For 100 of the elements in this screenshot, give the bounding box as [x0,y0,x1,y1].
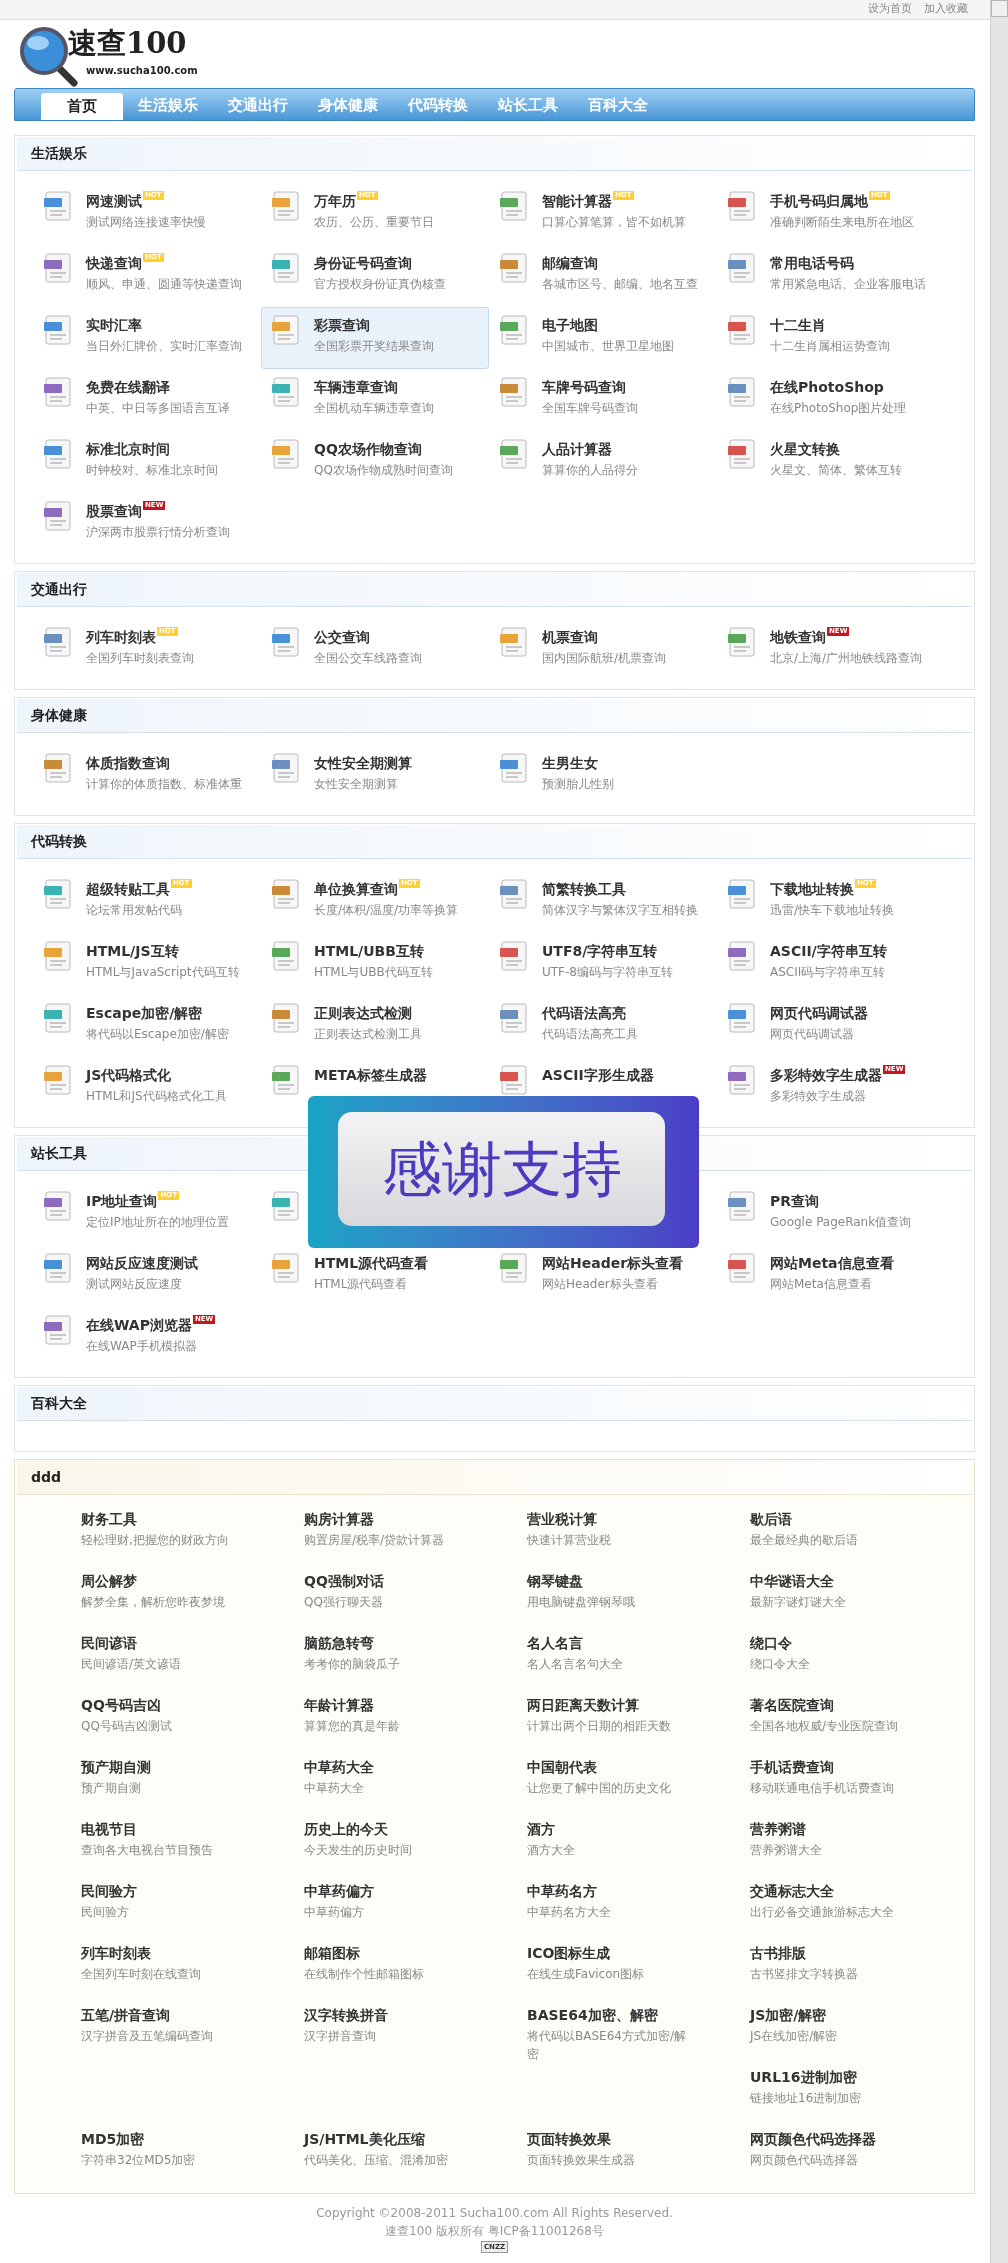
tool-link[interactable]: Escape加密/解密 [86,1003,203,1023]
tool-link[interactable]: JS/HTML美化压缩 [304,2129,527,2149]
tool-item[interactable]: 标准北京时间 时钟校对、标准北京时间 [33,431,261,493]
tool-link[interactable]: 车牌号码查询 [542,377,626,397]
tool-link[interactable]: 网页代码调试器 [770,1003,868,1023]
tool-link[interactable]: 网速测试 [86,191,142,211]
tool-link[interactable]: 下载地址转换 [770,879,854,899]
tool-link[interactable]: MD5加密 [81,2129,304,2149]
tool-item[interactable]: 火星文转换 火星文、简体、繁体互转 [717,431,945,493]
tool-link[interactable]: 单位换算查询 [314,879,398,899]
tool-link[interactable]: ASCII字形生成器 [542,1065,654,1085]
tool-link[interactable]: 营业税计算 [527,1509,750,1529]
tool-item[interactable]: 电子地图 中国城市、世界卫星地图 [489,307,717,369]
tool-link[interactable]: HTML源代码查看 [314,1253,429,1273]
tool-link[interactable]: 在线WAP浏览器 [86,1315,192,1335]
scrollbar[interactable] [990,0,1008,2263]
tool-link[interactable]: 名人名言 [527,1633,750,1653]
tool-item[interactable]: 邮编查询 各城市区号、邮编、地名互查 [489,245,717,307]
tool-link[interactable]: 页面转换效果 [527,2129,750,2149]
tool-link[interactable]: 快递查询 [86,253,142,273]
tool-link[interactable]: 正则表达式检测 [314,1003,412,1023]
tool-item[interactable]: 常用电话号码 常用紧急电话、企业客服电话 [717,245,945,307]
tool-link[interactable]: 民间验方 [81,1881,304,1901]
tool-link[interactable]: 电子地图 [542,315,598,335]
tool-link[interactable]: 网站反应速度测试 [86,1253,198,1273]
tool-link[interactable]: 体质指数查询 [86,753,170,773]
tool-link[interactable]: 十二生肖 [770,315,826,335]
tool-link[interactable]: 列车时刻表 [81,1943,304,1963]
tool-link[interactable]: 交通标志大全 [750,1881,973,1901]
tool-link[interactable]: 历史上的今天 [304,1819,527,1839]
tool-link[interactable]: 超级转贴工具 [86,879,170,899]
tool-link[interactable]: 购房计算器 [304,1509,527,1529]
tool-link[interactable]: ICO图标生成 [527,1943,750,1963]
tool-link[interactable]: 脑筋急转弯 [304,1633,527,1653]
tool-link[interactable]: 地铁查询 [770,627,826,647]
tool-link[interactable]: QQ号码吉凶 [81,1695,304,1715]
tool-link[interactable]: 人品计算器 [542,439,612,459]
tool-link[interactable]: URL16进制加密 [750,2067,973,2087]
tool-link[interactable]: 著名医院查询 [750,1695,973,1715]
tool-link[interactable]: 实时汇率 [86,315,142,335]
tool-link[interactable]: ASCII/字符串互转 [770,941,887,961]
tool-item[interactable]: 身份证号码查询 官方授权身份证真伪核查 [261,245,489,307]
tool-link[interactable]: HTML/UBB互转 [314,941,424,961]
scroll-up-button[interactable] [991,0,1008,17]
tool-link[interactable]: PR查询 [770,1191,820,1211]
tool-link[interactable]: 营养粥谱 [750,1819,973,1839]
tool-link[interactable]: 网页颜色代码选择器 [750,2129,973,2149]
tool-link[interactable]: IP地址查询 [86,1191,158,1211]
tool-link[interactable]: QQ强制对话 [304,1571,527,1591]
tool-link[interactable]: JS代码格式化 [86,1065,172,1085]
tool-link[interactable]: 网站Header标头查看 [542,1253,684,1273]
tool-link[interactable]: 汉字转换拼音 [304,2005,527,2025]
tool-link[interactable]: 万年历 [314,191,356,211]
tool-link[interactable]: 邮编查询 [542,253,598,273]
tool-item[interactable]: 人品计算器 算算你的人品得分 [489,431,717,493]
tool-link[interactable]: 中国朝代表 [527,1757,750,1777]
tool-link[interactable]: 公交查询 [314,627,370,647]
tool-link[interactable]: 年龄计算器 [304,1695,527,1715]
tool-link[interactable]: 五笔/拼音查询 [81,2005,304,2025]
tool-link[interactable]: 股票查询 [86,501,142,521]
tool-link[interactable]: 两日距离天数计算 [527,1695,750,1715]
tool-link[interactable]: 绕口令 [750,1633,973,1653]
tool-link[interactable]: 彩票查询 [314,315,370,335]
tool-link[interactable]: 钢琴键盘 [527,1571,750,1591]
tool-link[interactable]: 生男生女 [542,753,598,773]
tool-link[interactable]: 机票查询 [542,627,598,647]
tool-link[interactable]: 预产期自测 [81,1757,304,1777]
tool-link[interactable]: 民间谚语 [81,1633,304,1653]
tool-link[interactable]: 多彩特效字生成器 [770,1065,882,1085]
tool-link[interactable]: META标签生成器 [314,1065,427,1085]
tool-item[interactable]: 十二生肖 十二生肖属相运势查询 [717,307,945,369]
tool-item[interactable]: 彩票查询 全国彩票开奖结果查询 [261,307,489,369]
tool-item[interactable]: 在线PhotoShop 在线PhotoShop图片处理 [717,369,945,431]
tool-link[interactable]: 电视节目 [81,1819,304,1839]
tool-link[interactable]: 歇后语 [750,1509,973,1529]
tool-link[interactable]: 简繁转换工具 [542,879,626,899]
tool-link[interactable]: 酒方 [527,1819,750,1839]
tool-link[interactable]: 手机号码归属地 [770,191,868,211]
tool-link[interactable]: QQ农场作物查询 [314,439,422,459]
tool-link[interactable]: 中草药偏方 [304,1881,527,1901]
tool-item[interactable]: QQ农场作物查询 QQ农场作物成熟时间查询 [261,431,489,493]
tool-link[interactable]: 中华谜语大全 [750,1571,973,1591]
tool-link[interactable]: 智能计算器 [542,191,612,211]
top-link[interactable]: 加入收藏 [924,1,968,18]
tool-link[interactable]: 常用电话号码 [770,253,854,273]
tool-item[interactable]: 车牌号码查询 全国车牌号码查询 [489,369,717,431]
tool-item[interactable]: 免费在线翻译 中英、中日等多国语言互译 [33,369,261,431]
tool-item[interactable]: 车辆违章查询 全国机动车辆违章查询 [261,369,489,431]
tool-link[interactable]: UTF8/字符串互转 [542,941,658,961]
tool-link[interactable]: 周公解梦 [81,1571,304,1591]
tool-link[interactable]: BASE64加密、解密 [527,2005,750,2025]
tool-link[interactable]: JS加密/解密 [750,2005,973,2025]
tool-link[interactable]: 列车时刻表 [86,627,156,647]
tool-item[interactable]: 实时汇率 当日外汇牌价、实时汇率查询 [33,307,261,369]
tool-link[interactable]: 车辆违章查询 [314,377,398,397]
tool-link[interactable]: 中草药大全 [304,1757,527,1777]
tool-link[interactable]: 财务工具 [81,1509,304,1529]
tool-link[interactable]: 标准北京时间 [86,439,170,459]
nav-tab[interactable]: 首页 [41,93,123,120]
tool-link[interactable]: 代码语法高亮 [542,1003,626,1023]
